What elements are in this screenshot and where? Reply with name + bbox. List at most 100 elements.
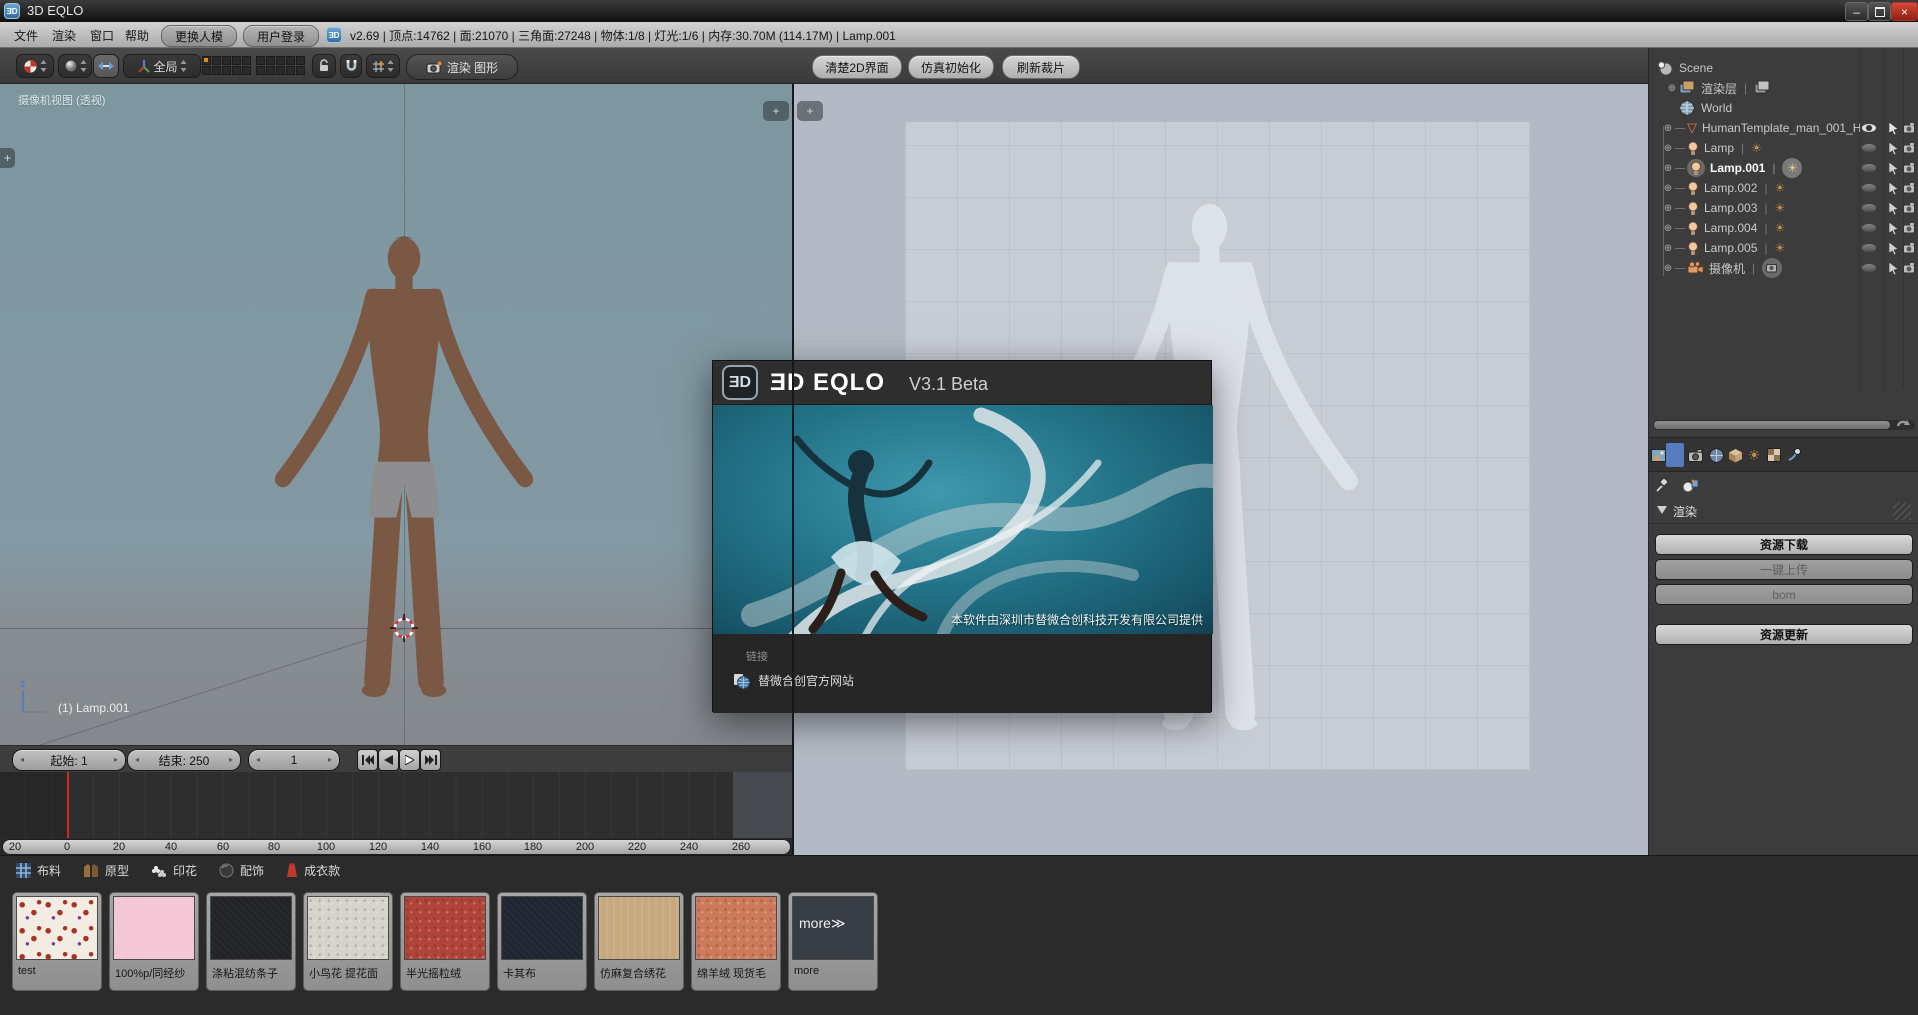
render-visibility-toggle[interactable] xyxy=(1901,159,1918,177)
outliner-row-humantemplate[interactable]: ⊕ ▽ HumanTemplate_man_001_Hum xyxy=(1649,118,1918,138)
fabric-swatch[interactable]: test xyxy=(12,892,102,991)
render-graph-button[interactable]: 渲染 图形 xyxy=(406,54,518,80)
layers-grid-1[interactable] xyxy=(202,56,251,75)
tab-garment[interactable]: 成衣款 xyxy=(286,862,340,879)
selectability-toggle[interactable] xyxy=(1884,119,1902,137)
tab-print[interactable]: 印花 xyxy=(151,862,197,879)
selectability-toggle[interactable] xyxy=(1884,239,1902,257)
minimize-button[interactable]: – xyxy=(1845,2,1868,21)
expand-icon[interactable]: ⊕ xyxy=(1661,123,1675,134)
visibility-toggle[interactable] xyxy=(1860,179,1878,197)
refresh-piece-button[interactable]: 刷新裁片 xyxy=(1002,55,1080,79)
expand-icon[interactable]: ⊕ xyxy=(1661,223,1675,234)
expand-icon[interactable]: ⊕ xyxy=(1661,183,1675,194)
one-key-upload-button[interactable]: 一键上传 xyxy=(1655,559,1913,580)
tab-render-selected[interactable] xyxy=(1666,442,1684,468)
expand-icon[interactable]: ⊕ xyxy=(1665,83,1679,94)
timeline-tracks[interactable] xyxy=(0,772,793,838)
tab-particles[interactable] xyxy=(1785,442,1803,468)
outliner-row-lamp005[interactable]: ⊕ Lamp.005 | ☀ xyxy=(1649,238,1918,258)
resource-download-button[interactable]: 资源下载 xyxy=(1655,534,1913,555)
selectability-toggle[interactable] xyxy=(1884,139,1902,157)
selectability-toggle[interactable] xyxy=(1884,159,1902,177)
outliner-row-lamp003[interactable]: ⊕ Lamp.003 | ☀ xyxy=(1649,198,1918,218)
menu-file[interactable]: 文件 xyxy=(14,27,38,44)
snap-toggle[interactable] xyxy=(340,54,362,78)
panel-resize-grip[interactable] xyxy=(1893,502,1911,520)
pin-icon[interactable] xyxy=(1655,478,1670,493)
playhead[interactable] xyxy=(67,772,69,838)
shading-dropdown[interactable] xyxy=(58,54,92,78)
play-button[interactable] xyxy=(399,749,420,771)
visibility-toggle[interactable] xyxy=(1860,239,1878,257)
menu-help[interactable]: 帮助 xyxy=(125,27,149,44)
website-link[interactable]: 替微合创官方网站 xyxy=(734,672,854,689)
tab-object[interactable] xyxy=(1726,442,1744,468)
sun-lamp-icon[interactable]: ☀ xyxy=(1751,141,1762,155)
outliner-row-world[interactable]: World xyxy=(1649,98,1918,118)
sim-init-button[interactable]: 仿真初始化 xyxy=(908,55,994,79)
sun-lamp-icon[interactable]: ☀ xyxy=(1775,241,1786,255)
more-swatch[interactable]: more≫ more xyxy=(788,892,878,991)
bom-button[interactable]: bom xyxy=(1655,584,1913,605)
swap-model-button[interactable]: 更换人模 xyxy=(161,25,237,47)
snap-element-dropdown[interactable] xyxy=(366,54,400,78)
outliner-row-lamp[interactable]: ⊕ Lamp | ☀ xyxy=(1649,138,1918,158)
jump-to-start-button[interactable] xyxy=(357,749,378,771)
render-visibility-toggle[interactable] xyxy=(1901,199,1918,217)
render-visibility-toggle[interactable] xyxy=(1901,239,1918,257)
fabric-swatch[interactable]: 涤粘混纺条子 xyxy=(206,892,296,991)
user-login-button[interactable]: 用户登录 xyxy=(243,25,319,47)
lock-toggle[interactable] xyxy=(312,54,336,78)
manipulator-toggle[interactable] xyxy=(93,54,119,78)
menu-render[interactable]: 渲染 xyxy=(52,27,76,44)
maximize-button[interactable] xyxy=(1868,2,1891,21)
fabric-swatch[interactable]: 100%p/同经纱 xyxy=(109,892,199,991)
render-visibility-toggle[interactable] xyxy=(1901,219,1918,237)
visibility-toggle[interactable] xyxy=(1860,219,1878,237)
timeline-ruler[interactable]: 20 0 20 40 60 80 100 120 140 160 180 200… xyxy=(0,838,793,856)
fabric-swatch[interactable]: 半光摇粒绒 xyxy=(400,892,490,991)
viewport-3d[interactable]: 摄像机视图 (透视) + + xyxy=(0,84,793,745)
visibility-toggle[interactable] xyxy=(1860,199,1878,217)
outliner-row-scene[interactable]: Scene xyxy=(1649,58,1918,78)
human-model[interactable] xyxy=(260,231,548,731)
mode-dropdown[interactable] xyxy=(16,54,54,78)
visibility-toggle[interactable] xyxy=(1860,159,1878,177)
fabric-swatch[interactable]: 卡其布 xyxy=(497,892,587,991)
sun-lamp-icon[interactable]: ☀ xyxy=(1775,181,1786,195)
visibility-toggle[interactable] xyxy=(1860,119,1878,137)
menu-window[interactable]: 窗口 xyxy=(90,27,114,44)
tab-render-result[interactable] xyxy=(1649,442,1667,468)
expand-icon[interactable]: ⊕ xyxy=(1661,203,1675,214)
jump-to-end-button[interactable] xyxy=(420,749,441,771)
selectability-toggle[interactable] xyxy=(1884,199,1902,217)
tab-lamp[interactable]: ☀ xyxy=(1745,442,1763,468)
camera-data-icon[interactable] xyxy=(1762,258,1782,278)
tab-prototype[interactable]: 原型 xyxy=(83,862,129,879)
selectability-toggle[interactable] xyxy=(1884,179,1902,197)
fabric-swatch[interactable]: 绵羊绒 现货毛 xyxy=(691,892,781,991)
selectability-toggle[interactable] xyxy=(1884,259,1902,277)
viewport-divider[interactable] xyxy=(792,84,794,855)
layers-grid-2[interactable] xyxy=(256,56,305,75)
selectability-toggle[interactable] xyxy=(1884,219,1902,237)
resource-update-button[interactable]: 资源更新 xyxy=(1655,624,1913,645)
render-visibility-toggle[interactable] xyxy=(1901,119,1918,137)
outliner-scrollbar-track[interactable] xyxy=(1653,420,1915,430)
expand-icon[interactable]: ⊕ xyxy=(1661,263,1675,274)
render-visibility-toggle[interactable] xyxy=(1901,139,1918,157)
current-frame-field[interactable]: ◂ 1 ▸ xyxy=(248,749,340,771)
outliner-scrollbar-thumb[interactable] xyxy=(1654,421,1890,429)
expand-icon[interactable]: ⊕ xyxy=(1661,143,1675,154)
visibility-toggle[interactable] xyxy=(1860,139,1878,157)
tab-accessories[interactable]: 配饰 xyxy=(219,862,264,879)
outliner-row-camera[interactable]: ⊕ 摄像机 | xyxy=(1649,258,1918,278)
sun-lamp-icon[interactable]: ☀ xyxy=(1775,221,1786,235)
outliner-row-renderlayers[interactable]: ⊕ 渲染层 | xyxy=(1649,78,1918,98)
expand-icon[interactable]: ⊕ xyxy=(1661,163,1675,174)
play-reverse-button[interactable] xyxy=(378,749,399,771)
panel-expand-tab[interactable]: + xyxy=(797,101,823,121)
expand-icon[interactable]: ⊕ xyxy=(1661,243,1675,254)
frame-end-field[interactable]: ◂ 结束: 250 ▸ xyxy=(127,749,241,771)
